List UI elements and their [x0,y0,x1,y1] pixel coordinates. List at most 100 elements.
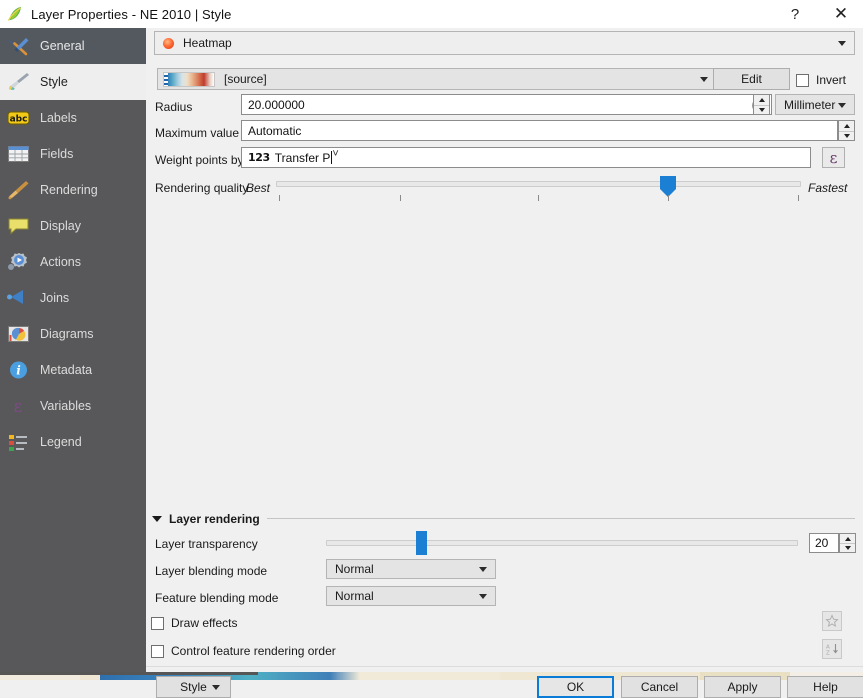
style-menu-button[interactable]: Style [156,676,231,698]
chevron-down-icon [479,567,487,572]
bottom-divider [146,666,863,667]
layer-blending-mode-combo[interactable]: Normal [326,559,496,579]
svg-text:i: i [16,364,21,378]
sidebar-item-style[interactable]: Style [0,64,146,100]
sort-az-icon[interactable]: A Z [822,639,842,659]
color-ramp-value: [source] [224,72,267,86]
control-feature-rendering-order-checkbox[interactable] [151,644,164,658]
sidebar-item-label: Style [40,75,68,89]
sidebar-item-fields[interactable]: Fields [0,136,146,172]
sidebar-item-label: General [40,39,85,53]
layer-rendering-title: Layer rendering [169,512,260,526]
chevron-down-icon [152,516,162,522]
radius-spin-down[interactable] [754,104,769,114]
feature-blending-mode-combo[interactable]: Normal [326,586,496,606]
radius-spin-up[interactable] [754,95,769,105]
qgis-leaf-icon [6,5,24,23]
transparency-spin-down[interactable] [840,543,855,552]
draw-effects-checkbox-row[interactable]: Draw effects [151,616,237,630]
layer-transparency-value: 20 [815,536,829,550]
chevron-down-icon [838,41,846,46]
sidebar-item-display[interactable]: Display [0,208,146,244]
feature-blending-mode-value: Normal [335,589,374,603]
rendering-quality-slider-groove[interactable] [276,181,801,187]
radius-units-combo[interactable]: Millimeter [775,94,855,115]
weight-points-by-label: Weight points by [155,153,244,167]
transparency-spin-up[interactable] [840,534,855,543]
renderer-type-combo[interactable]: Heatmap [154,31,855,55]
radius-value: 20.000000 [248,97,305,112]
layer-transparency-spinner[interactable] [839,533,856,553]
sidebar-item-label: Labels [40,111,77,125]
sidebar-item-general[interactable]: General [0,28,146,64]
layer-properties-dialog: Layer Properties - NE 2010 | Style ? ✕ G… [0,0,863,698]
quality-tick [798,195,799,201]
pie-chart-icon [4,321,34,347]
help-button[interactable]: Help [787,676,863,698]
maximum-value-spinner[interactable] [838,120,855,141]
sidebar-item-label: Actions [40,255,81,269]
sidebar-item-label: Variables [40,399,92,413]
layer-transparency-slider-handle[interactable] [416,531,427,555]
quality-tick [668,195,669,201]
chevron-down-icon [838,102,846,108]
draw-effects-checkbox[interactable] [151,616,164,630]
layer-transparency-input[interactable]: 20 [809,533,839,553]
table-grid-icon [4,141,34,167]
edit-color-ramp-button[interactable]: Edit [713,68,790,90]
cancel-button[interactable]: Cancel [621,676,698,698]
layer-rendering-group-header[interactable]: Layer rendering [152,512,260,526]
radius-input[interactable]: 20.000000 ✕ [241,94,772,115]
help-titlebar-button[interactable]: ? [773,0,817,28]
draw-effects-label: Draw effects [171,616,238,630]
quality-tick [400,195,401,201]
color-ramp-gradient-icon [163,72,215,87]
sidebar-item-legend[interactable]: Legend [0,424,146,460]
layer-transparency-slider-groove[interactable] [326,540,798,546]
sidebar-item-metadata[interactable]: i Metadata [0,352,146,388]
quality-tick [538,195,539,201]
quality-fastest-label: Fastest [808,181,848,195]
maximum-value-spin-up[interactable] [839,121,854,131]
broom-icon [4,177,34,203]
sidebar-item-rendering[interactable]: Rendering [0,172,146,208]
sidebar-item-labels[interactable]: abc Labels [0,100,146,136]
title-bar: Layer Properties - NE 2010 | Style ? ✕ [0,0,863,28]
ok-button[interactable]: OK [537,676,614,698]
sidebar-item-label: Fields [40,147,74,161]
numeric-field-badge: 123 [248,151,270,164]
abc-label-icon: abc [4,105,34,131]
sidebar-item-diagrams[interactable]: Diagrams [0,316,146,352]
weight-points-by-value: Transfer P [274,150,331,165]
maximum-value-input[interactable]: Automatic [241,120,838,141]
chevron-down-icon [700,77,708,82]
speech-bubble-icon [4,213,34,239]
close-icon[interactable]: ✕ [819,0,863,28]
invert-ramp-checkbox-row[interactable]: Invert [796,73,846,87]
star-effects-icon[interactable] [822,611,842,631]
epsilon-icon: ε [4,393,34,419]
color-ramp-combo[interactable]: [source] [157,68,717,90]
layer-blending-mode-label: Layer blending mode [155,564,268,578]
layer-transparency-label: Layer transparency [155,537,258,551]
svg-text:abc: abc [10,115,28,125]
style-panel: Heatmap [source] Edit Invert Radius 20.0… [146,28,863,698]
control-feature-rendering-order-checkbox-row[interactable]: Control feature rendering order [151,644,336,658]
sidebar-item-joins[interactable]: Joins [0,280,146,316]
rendering-quality-label: Rendering quality [155,181,249,195]
quality-best-label: Best [246,181,271,195]
sidebar-item-variables[interactable]: ε Variables [0,388,146,424]
sidebar-item-label: Display [40,219,81,233]
paintbrush-icon [4,69,34,95]
invert-checkbox[interactable] [796,73,809,87]
sidebar-item-label: Diagrams [40,327,94,341]
weight-points-by-combo[interactable]: 123 Transfer P ˅ [241,147,811,168]
apply-button[interactable]: Apply [704,676,781,698]
sidebar-item-label: Legend [40,435,82,449]
radius-spinner[interactable] [753,94,770,115]
renderer-type-value: Heatmap [183,36,232,50]
sidebar-item-actions[interactable]: Actions [0,244,146,280]
expression-builder-button[interactable]: ε [822,147,845,168]
info-circle-icon: i [4,357,34,383]
maximum-value-spin-down[interactable] [839,130,854,140]
